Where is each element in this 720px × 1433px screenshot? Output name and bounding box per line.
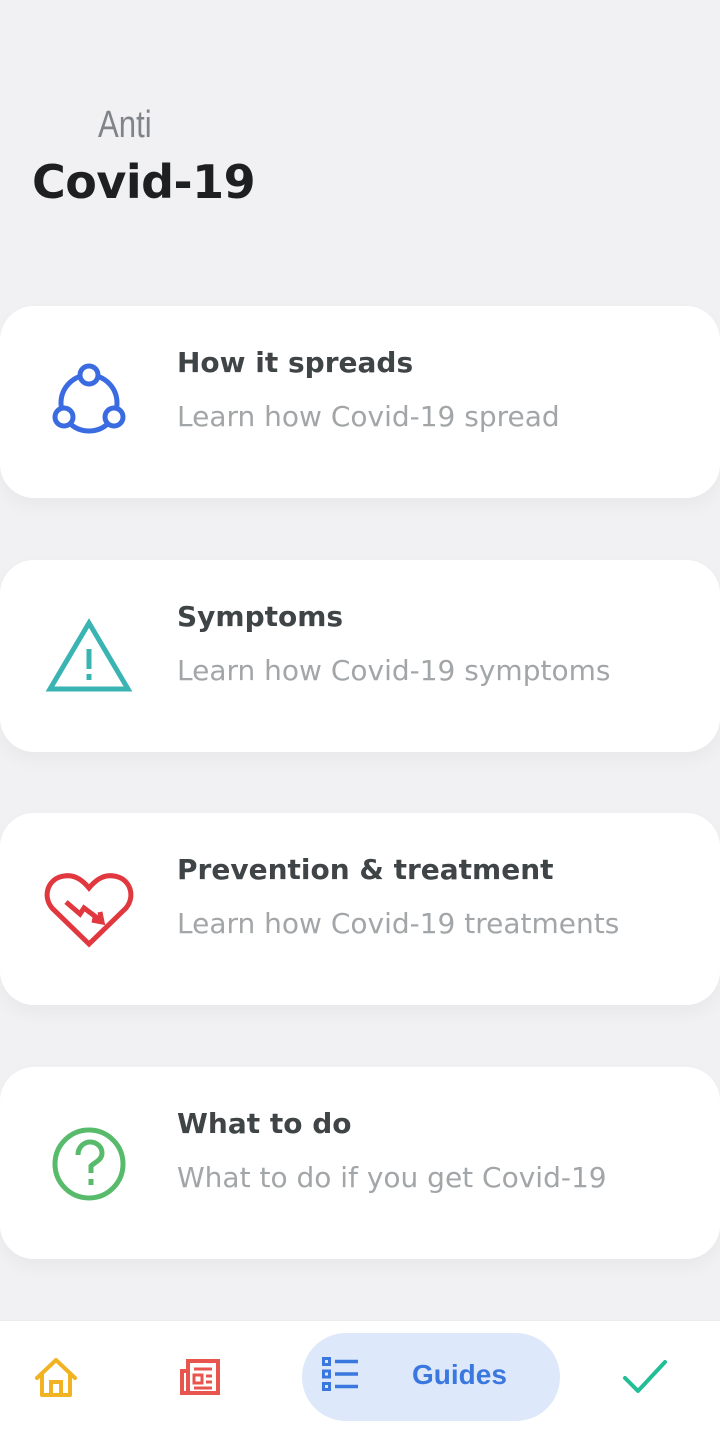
card-how-it-spreads[interactable]: How it spreads Learn how Covid-19 spread <box>0 306 720 498</box>
nav-guides-label: Guides <box>412 1359 507 1390</box>
header: Anti Covid-19 <box>32 96 256 210</box>
warning-triangle-icon <box>44 612 134 702</box>
card-description: Learn how Covid-19 treatments <box>177 907 620 940</box>
header-subtitle: Anti <box>98 104 152 146</box>
card-description: Learn how Covid-19 symptoms <box>177 654 611 687</box>
nav-guides[interactable]: Guides <box>302 1333 560 1421</box>
newspaper-icon <box>180 1359 220 1395</box>
card-description: Learn how Covid-19 spread <box>177 400 560 433</box>
list-icon <box>322 1357 362 1397</box>
card-title: Prevention & treatment <box>177 853 554 886</box>
card-what-to-do[interactable]: What to do What to do if you get Covid-1… <box>0 1067 720 1259</box>
card-symptoms[interactable]: Symptoms Learn how Covid-19 symptoms <box>0 560 720 752</box>
page-title: Covid-19 <box>32 155 256 209</box>
question-circle-icon <box>44 1119 134 1209</box>
broken-heart-icon <box>44 865 134 955</box>
card-title: What to do <box>177 1107 352 1140</box>
bottom-navigation: Guides <box>0 1320 720 1433</box>
share-network-icon <box>44 358 134 448</box>
nav-home[interactable] <box>32 1355 80 1399</box>
card-title: Symptoms <box>177 600 344 633</box>
nav-news[interactable] <box>176 1355 224 1399</box>
home-icon <box>35 1358 77 1397</box>
card-description: What to do if you get Covid-19 <box>177 1161 607 1194</box>
card-title: How it spreads <box>177 346 414 379</box>
card-prevention-treatment[interactable]: Prevention & treatment Learn how Covid-1… <box>0 813 720 1005</box>
checkmark-icon <box>623 1360 667 1393</box>
nav-check[interactable] <box>620 1353 670 1399</box>
